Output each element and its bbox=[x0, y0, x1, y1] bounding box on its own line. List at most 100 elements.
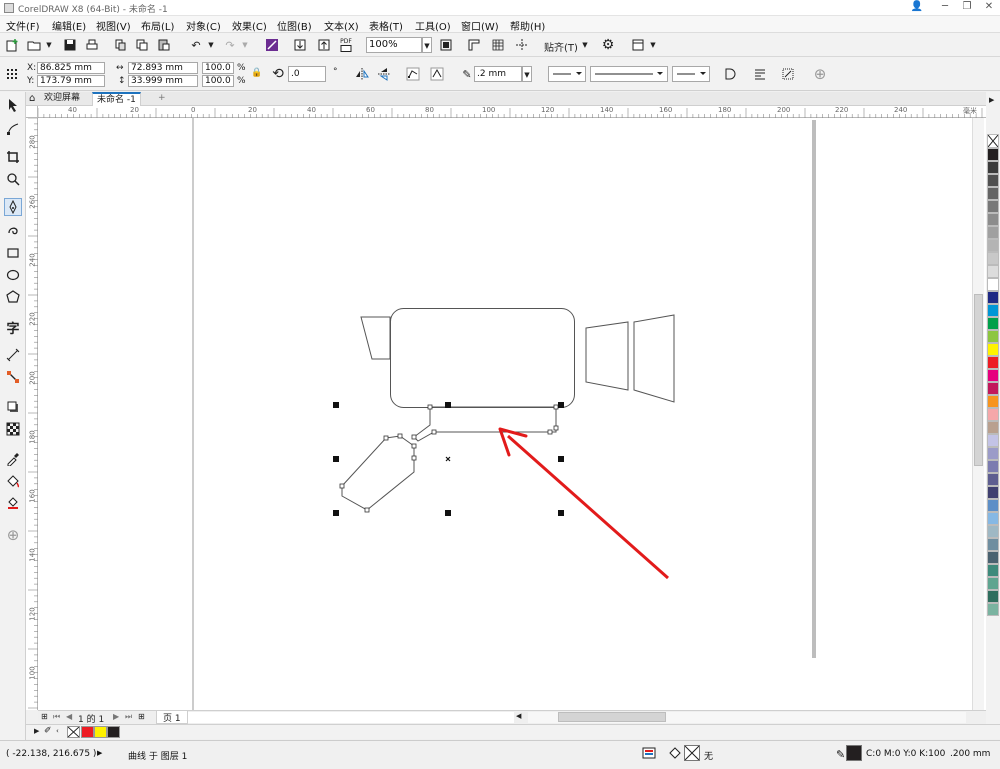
close-button[interactable]: ✕ bbox=[978, 0, 1000, 14]
save-icon[interactable] bbox=[62, 37, 78, 53]
menu-view[interactable]: 视图(V) bbox=[96, 18, 131, 33]
export-icon[interactable] bbox=[316, 37, 332, 53]
curve-node[interactable] bbox=[411, 434, 417, 440]
menu-tools[interactable]: 工具(O) bbox=[415, 18, 451, 33]
show-grid-icon[interactable] bbox=[490, 37, 506, 53]
select-all-nodes-icon[interactable] bbox=[405, 66, 421, 82]
menu-layout[interactable]: 布局(L) bbox=[141, 18, 174, 33]
palette-color-swatch[interactable] bbox=[987, 395, 999, 408]
palette-color-swatch[interactable] bbox=[987, 564, 999, 577]
palette-color-swatch[interactable] bbox=[987, 434, 999, 447]
cut-icon[interactable] bbox=[112, 37, 128, 53]
text-tool-icon[interactable]: 字 bbox=[4, 318, 22, 337]
palette-color-swatch[interactable] bbox=[987, 512, 999, 525]
account-icon[interactable]: 👤 bbox=[906, 0, 928, 14]
camera-reel-back[interactable] bbox=[633, 314, 675, 403]
palette-color-swatch[interactable] bbox=[987, 213, 999, 226]
menu-text[interactable]: 文本(X) bbox=[324, 18, 359, 33]
add-toolbar-plus-icon[interactable]: ⊕ bbox=[812, 65, 828, 83]
no-color-swatch[interactable] bbox=[987, 134, 999, 148]
scale-height-field[interactable]: 100.0 bbox=[202, 75, 234, 87]
undo-icon[interactable]: ↶ bbox=[188, 37, 204, 53]
snap-to-label[interactable]: 贴齐(T) bbox=[544, 39, 578, 54]
palette-color-swatch[interactable] bbox=[987, 187, 999, 200]
vertical-scrollbar-thumb[interactable] bbox=[974, 294, 983, 466]
palette-color-swatch[interactable] bbox=[987, 577, 999, 590]
palette-color-swatch[interactable] bbox=[987, 252, 999, 265]
palette-color-swatch[interactable] bbox=[987, 421, 999, 434]
selection-handle-top-left[interactable] bbox=[333, 402, 339, 408]
status-expand-icon[interactable]: ▶ bbox=[97, 749, 102, 757]
curve-node[interactable] bbox=[411, 443, 417, 449]
document-color-swatch[interactable] bbox=[94, 726, 107, 738]
copy-icon[interactable] bbox=[134, 37, 150, 53]
rectangle-tool-icon[interactable] bbox=[4, 244, 22, 262]
launcher-dropdown-icon[interactable]: ▼ bbox=[648, 37, 658, 53]
minimize-button[interactable]: ─ bbox=[934, 0, 956, 14]
menu-bitmaps[interactable]: 位图(B) bbox=[277, 18, 312, 33]
color-eyedropper-tool-icon[interactable] bbox=[4, 450, 22, 468]
close-curve-icon[interactable] bbox=[722, 66, 738, 82]
freehand-tool-icon[interactable] bbox=[4, 198, 22, 216]
zoom-dropdown-icon[interactable]: ▼ bbox=[422, 37, 432, 53]
shape-tool-icon[interactable] bbox=[4, 120, 22, 138]
menu-object[interactable]: 对象(C) bbox=[186, 18, 221, 33]
new-document-icon[interactable] bbox=[4, 37, 20, 53]
x-position-field[interactable]: 86.825 mm bbox=[37, 62, 105, 74]
palette-color-swatch[interactable] bbox=[987, 473, 999, 486]
palette-color-swatch[interactable] bbox=[987, 551, 999, 564]
polygon-tool-icon[interactable] bbox=[4, 288, 22, 306]
publish-pdf-icon[interactable]: PDF bbox=[339, 38, 353, 54]
palette-color-swatch[interactable] bbox=[987, 343, 999, 356]
selection-handle-top[interactable] bbox=[445, 402, 451, 408]
fill-none-swatch[interactable] bbox=[684, 745, 700, 761]
y-position-field[interactable]: 173.79 mm bbox=[37, 75, 105, 87]
end-arrowhead-select[interactable] bbox=[672, 66, 710, 82]
curve-node[interactable] bbox=[383, 435, 389, 441]
vertical-ruler[interactable]: 280 260 240 220 200 180 160 140 120 100 bbox=[26, 118, 38, 710]
show-rulers-icon[interactable] bbox=[466, 37, 482, 53]
palette-color-swatch[interactable] bbox=[987, 525, 999, 538]
start-arrowhead-select[interactable] bbox=[548, 66, 586, 82]
curve-node[interactable] bbox=[339, 483, 345, 489]
menu-effects[interactable]: 效果(C) bbox=[232, 18, 267, 33]
camera-handle-bracket[interactable] bbox=[413, 406, 557, 442]
palette-color-swatch[interactable] bbox=[987, 369, 999, 382]
horizontal-ruler[interactable]: 40 20 0 20 40 60 80 100 120 140 160 180 … bbox=[38, 106, 986, 118]
menu-window[interactable]: 窗口(W) bbox=[461, 18, 499, 33]
palette-color-swatch[interactable] bbox=[987, 226, 999, 239]
reduce-nodes-icon[interactable] bbox=[429, 66, 445, 82]
artistic-media-tool-icon[interactable] bbox=[4, 220, 22, 238]
curve-node[interactable] bbox=[397, 433, 403, 439]
outline-color-swatch[interactable] bbox=[846, 745, 862, 761]
palette-color-swatch[interactable] bbox=[987, 291, 999, 304]
line-style-select[interactable] bbox=[590, 66, 668, 82]
import-icon[interactable] bbox=[292, 37, 308, 53]
palette-color-swatch[interactable] bbox=[987, 382, 999, 395]
selection-center-marker[interactable] bbox=[445, 456, 451, 462]
tab-document[interactable]: 未命名 -1 bbox=[92, 92, 141, 106]
color-proof-icon[interactable] bbox=[642, 746, 656, 760]
add-page-before-icon[interactable]: ⊞ bbox=[41, 712, 48, 721]
show-guidelines-icon[interactable] bbox=[514, 37, 530, 53]
curve-node[interactable] bbox=[364, 507, 370, 513]
outline-width-dropdown-icon[interactable]: ▼ bbox=[522, 66, 532, 82]
open-folder-icon[interactable] bbox=[26, 37, 42, 53]
snap-dropdown-icon[interactable]: ▼ bbox=[580, 37, 590, 53]
redo-dropdown-icon[interactable]: ▼ bbox=[240, 37, 250, 53]
selection-handle-bottom-left[interactable] bbox=[333, 510, 339, 516]
mirror-horizontal-icon[interactable] bbox=[354, 66, 370, 82]
selection-handle-right[interactable] bbox=[558, 456, 564, 462]
palette-color-swatch[interactable] bbox=[987, 200, 999, 213]
scroll-left-icon[interactable]: ◀ bbox=[516, 712, 521, 720]
selection-handle-left[interactable] bbox=[333, 456, 339, 462]
application-launcher-icon[interactable] bbox=[630, 37, 646, 53]
selection-handle-top-right[interactable] bbox=[558, 402, 564, 408]
tab-welcome-screen[interactable]: 欢迎屏幕 bbox=[40, 92, 84, 106]
doc-palette-menu-icon[interactable]: ‹ bbox=[56, 727, 59, 735]
curve-node[interactable] bbox=[553, 425, 559, 431]
add-tab-button[interactable]: + bbox=[154, 92, 170, 106]
palette-color-swatch[interactable] bbox=[987, 499, 999, 512]
horizontal-scrollbar-thumb[interactable] bbox=[558, 712, 666, 722]
doc-palette-flyout-icon[interactable]: ▶ bbox=[34, 727, 39, 735]
